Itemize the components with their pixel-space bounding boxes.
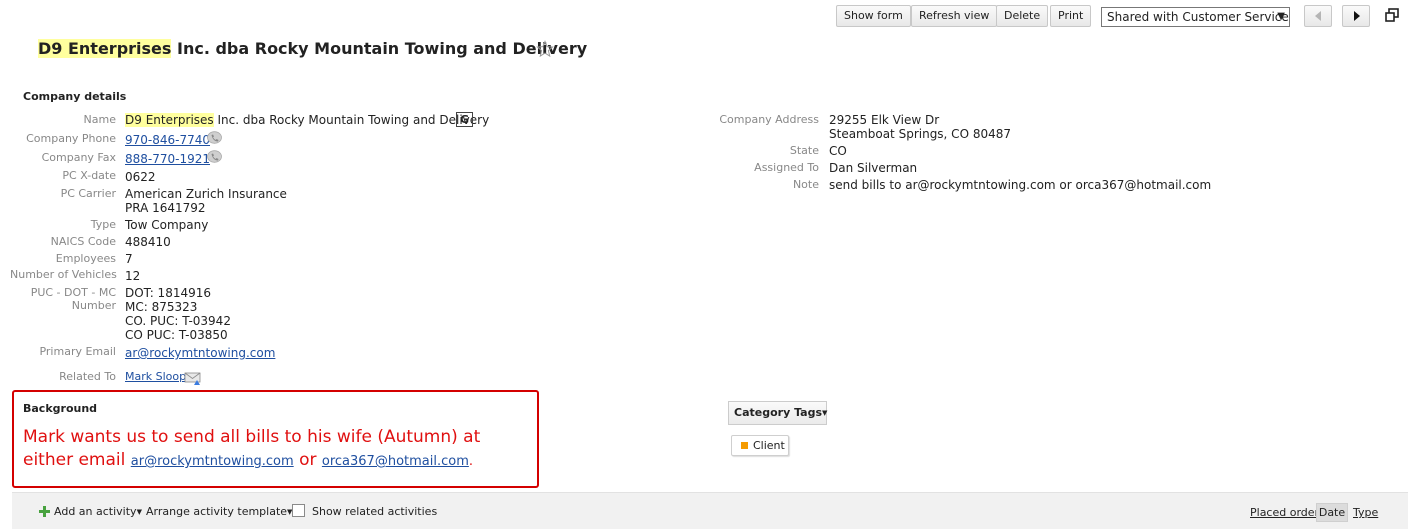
sort-type-link[interactable]: Type	[1353, 506, 1378, 519]
name-rest: Inc. dba Rocky Mountain Towing and Deliv…	[213, 113, 490, 127]
vehicles-value: 12	[125, 269, 141, 283]
vehicles-label: Number of Vehicles	[10, 268, 117, 281]
primary-email-value[interactable]: ar@rockymtntowing.com	[125, 346, 275, 360]
arrange-template-label: Arrange activity template	[146, 505, 288, 518]
record-page: Show form Refresh view Delete Print Shar…	[0, 0, 1408, 529]
primary-email-label: Primary Email	[39, 345, 116, 358]
note-value: send bills to ar@rockymtntowing.com or o…	[829, 178, 1212, 192]
company-address-label: Company Address	[719, 113, 819, 126]
state-label: State	[789, 144, 819, 157]
puc-label-line2: Number	[71, 299, 116, 312]
popout-window-icon[interactable]	[1385, 8, 1399, 22]
add-activity-label: Add an activity	[54, 505, 137, 518]
background-text-part2: or	[293, 450, 322, 470]
background-email-link-1[interactable]: ar@rockymtntowing.com	[131, 454, 294, 469]
favorite-star-icon[interactable]	[536, 40, 554, 58]
note-label: Note	[792, 178, 819, 191]
type-label: Type	[90, 218, 116, 231]
company-details-heading: Company details	[23, 90, 127, 103]
category-tags-label: Category Tags	[734, 406, 822, 419]
previous-record-button[interactable]	[1304, 5, 1332, 27]
refresh-view-button[interactable]: Refresh view	[911, 5, 998, 27]
phone-icon[interactable]	[207, 131, 222, 144]
employees-value: 7	[125, 252, 133, 266]
naics-code-value: 488410	[125, 235, 171, 249]
pc-carrier-label: PC Carrier	[60, 187, 116, 200]
title-highlight: D9 Enterprises	[38, 39, 172, 58]
phone-icon[interactable]	[207, 150, 222, 163]
pc-carrier-line2: PRA 1641792	[125, 201, 206, 215]
google-search-icon[interactable]: G	[456, 112, 473, 127]
address-line2: Steamboat Springs, CO 80487	[829, 127, 1011, 141]
assigned-to-label: Assigned To	[754, 161, 819, 174]
background-heading: Background	[23, 402, 98, 415]
activity-bar: Add an activity▼ Arrange activity templa…	[12, 492, 1408, 529]
background-text-part3: .	[468, 454, 474, 469]
name-label: Name	[83, 113, 116, 126]
pc-carrier-line1: American Zurich Insurance	[125, 187, 287, 201]
company-phone-value[interactable]: 970-846-7740	[125, 133, 210, 147]
pc-xdate-label: PC X-date	[62, 169, 116, 182]
arrow-right-icon	[1354, 11, 1360, 21]
arrow-left-icon	[1315, 11, 1321, 21]
primary-email-link[interactable]: ar@rockymtntowing.com	[125, 346, 275, 360]
related-contact-link[interactable]: Mark Sloop	[125, 370, 186, 383]
print-button[interactable]: Print	[1050, 5, 1092, 27]
puc-line3: CO. PUC: T-03942	[125, 314, 231, 328]
puc-line4: CO PUC: T-03850	[125, 328, 228, 342]
category-tag-label: Client	[753, 439, 785, 452]
naics-code-label: NAICS Code	[50, 235, 116, 248]
company-fax-value[interactable]: 888-770-1921	[125, 152, 210, 166]
name-highlight: D9 Enterprises	[125, 113, 214, 127]
category-tag-client[interactable]: Client	[731, 435, 789, 456]
type-value: Tow Company	[125, 218, 209, 232]
background-email-link-2[interactable]: orca367@hotmail.com	[322, 454, 469, 469]
sharing-select-value: Shared with Customer Service	[1107, 10, 1289, 24]
puc-line2: MC: 875323	[125, 300, 198, 314]
tag-color-swatch	[741, 442, 748, 449]
category-tags-button[interactable]: Category Tags▼	[728, 401, 827, 425]
puc-label-line1: PUC - DOT - MC	[30, 286, 116, 299]
show-form-button[interactable]: Show form	[836, 5, 911, 27]
related-to-value[interactable]: Mark Sloop	[125, 370, 186, 384]
sort-date-button[interactable]: Date	[1316, 503, 1348, 522]
puc-line1: DOT: 1814916	[125, 286, 211, 300]
company-phone-label: Company Phone	[26, 132, 116, 145]
show-related-activities-checkbox[interactable]	[292, 504, 305, 517]
background-text: Mark wants us to send all bills to his w…	[23, 426, 533, 473]
dropdown-caret-icon: ▼	[136, 508, 142, 516]
company-fax-label: Company Fax	[41, 151, 116, 164]
company-fax-link[interactable]: 888-770-1921	[125, 152, 210, 166]
dropdown-caret-icon: ▼	[822, 409, 828, 417]
delete-button[interactable]: Delete	[996, 5, 1049, 27]
next-record-button[interactable]	[1342, 5, 1370, 27]
assigned-to-value: Dan Silverman	[829, 161, 918, 175]
employees-label: Employees	[55, 252, 116, 265]
page-title: D9 Enterprises Inc. dba Rocky Mountain T…	[38, 39, 587, 58]
related-to-label: Related To	[59, 370, 116, 383]
address-line1: 29255 Elk View Dr	[829, 113, 940, 127]
sort-placed-order-link[interactable]: Placed order	[1250, 506, 1319, 519]
email-contact-icon[interactable]	[184, 371, 202, 386]
arrange-activity-template-button[interactable]: Arrange activity template▼	[146, 505, 292, 518]
state-value: CO	[829, 144, 847, 158]
show-related-activities-label: Show related activities	[312, 505, 438, 518]
add-activity-button[interactable]: Add an activity▼	[54, 505, 142, 518]
pc-xdate-value: 0622	[125, 170, 156, 184]
company-phone-link[interactable]: 970-846-7740	[125, 133, 210, 147]
name-value: D9 Enterprises Inc. dba Rocky Mountain T…	[125, 113, 489, 127]
chevron-down-icon: ▼	[1277, 11, 1285, 22]
title-rest: Inc. dba Rocky Mountain Towing and Deliv…	[171, 39, 588, 58]
add-plus-icon	[39, 506, 50, 517]
sharing-select[interactable]: Shared with Customer Service ▼	[1101, 7, 1290, 27]
